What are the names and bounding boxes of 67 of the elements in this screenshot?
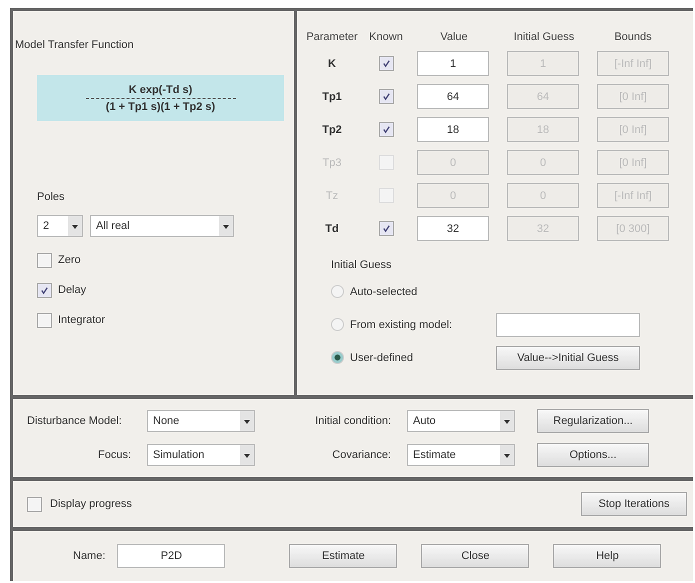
parameter-name: Td bbox=[324, 222, 340, 234]
checkbox-label: Delay bbox=[58, 284, 86, 296]
value-field[interactable]: 1 bbox=[417, 51, 489, 76]
field-label: Covariance: bbox=[331, 449, 392, 462]
poles-label: Poles bbox=[37, 191, 66, 203]
check-icon bbox=[382, 59, 390, 68]
value-to-guess-button[interactable]: Value-->Initial Guess bbox=[496, 346, 640, 370]
checkbox[interactable] bbox=[37, 312, 52, 328]
field-label: Initial condition: bbox=[314, 415, 392, 428]
action-button[interactable]: Estimate bbox=[289, 544, 398, 568]
column-header: Initial Guess bbox=[512, 31, 576, 43]
name-label: Name: bbox=[73, 550, 106, 562]
column-header: Bounds bbox=[613, 31, 653, 43]
parameter-name: Tp1 bbox=[321, 90, 343, 102]
covariance-dropdown[interactable]: Estimate bbox=[407, 444, 515, 466]
radio-button[interactable] bbox=[331, 285, 344, 298]
caret-icon bbox=[68, 216, 82, 236]
radio-button[interactable] bbox=[331, 318, 344, 331]
check-icon bbox=[382, 224, 390, 233]
action-button[interactable]: Close bbox=[421, 544, 530, 568]
caret-icon bbox=[240, 445, 254, 466]
stop-iterations-button[interactable]: Stop Iterations bbox=[581, 492, 687, 516]
checkbox-label: Integrator bbox=[58, 314, 106, 326]
check-icon bbox=[382, 92, 390, 101]
column-header: Known bbox=[368, 31, 404, 43]
column-header: Value bbox=[439, 31, 469, 43]
radio-button[interactable] bbox=[331, 351, 344, 364]
known-checkbox[interactable] bbox=[378, 56, 394, 71]
checkbox-label: Display progress bbox=[50, 498, 133, 510]
caret-icon bbox=[500, 445, 514, 466]
focus-dropdown[interactable]: Simulation bbox=[147, 444, 255, 466]
known-checkbox[interactable] bbox=[378, 122, 394, 137]
checkbox[interactable] bbox=[37, 252, 52, 268]
value-field[interactable]: 18 bbox=[417, 117, 489, 142]
radio-label: User-defined bbox=[350, 352, 414, 364]
panel-title: Model Transfer Function bbox=[15, 39, 135, 51]
denominator-text: (1 + Tp1 s)(1 + Tp2 s) bbox=[106, 100, 216, 112]
caret-icon bbox=[240, 411, 254, 432]
initial-condition-dropdown[interactable]: Auto bbox=[407, 410, 515, 432]
value-field[interactable]: 64 bbox=[417, 84, 489, 109]
caret-icon bbox=[219, 216, 233, 236]
check-icon bbox=[40, 286, 49, 294]
action-button[interactable]: Help bbox=[553, 544, 662, 568]
column-header: Parameter bbox=[305, 31, 359, 43]
caret-icon bbox=[500, 411, 514, 432]
options-button[interactable]: Options... bbox=[537, 443, 649, 468]
field-label: Disturbance Model: bbox=[27, 415, 123, 428]
checkbox[interactable] bbox=[37, 282, 52, 298]
radio-label: From existing model: bbox=[350, 318, 454, 330]
poles-count-dropdown[interactable]: 2 bbox=[37, 215, 83, 237]
section-label: Initial Guess bbox=[331, 259, 393, 271]
checkbox-label: Zero bbox=[58, 254, 81, 266]
disturbance-dropdown[interactable]: None bbox=[147, 410, 255, 432]
parameter-name: Tp2 bbox=[321, 124, 343, 136]
check-icon bbox=[382, 125, 390, 134]
radio-label: Auto-selected bbox=[350, 286, 418, 298]
value-field[interactable]: 32 bbox=[417, 216, 489, 241]
numerator-text: K exp(-Td s) bbox=[128, 84, 192, 96]
model-name-field[interactable] bbox=[496, 312, 640, 336]
parameter-name: K bbox=[327, 58, 337, 70]
checkbox[interactable] bbox=[27, 496, 42, 512]
regularization-button[interactable]: Regularization... bbox=[537, 409, 649, 434]
known-checkbox[interactable] bbox=[378, 89, 394, 104]
field-label: Focus: bbox=[96, 449, 132, 462]
poles-type-dropdown[interactable]: All real bbox=[90, 215, 234, 237]
known-checkbox[interactable] bbox=[378, 221, 394, 236]
name-field[interactable]: P2D bbox=[117, 544, 226, 568]
